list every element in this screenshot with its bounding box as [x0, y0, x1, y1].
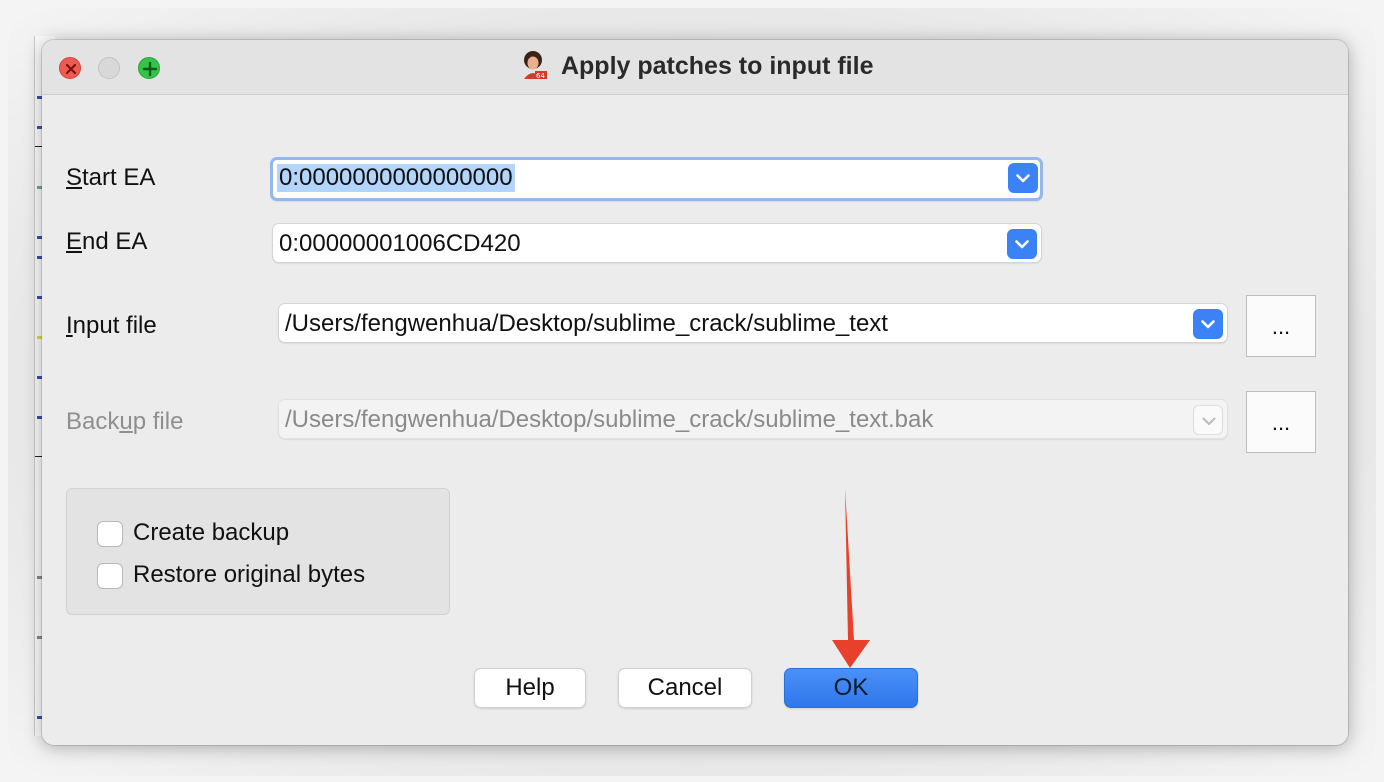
annotation-arrow	[832, 488, 870, 668]
input-file-label: Input file	[66, 312, 157, 339]
restore-original-checkbox[interactable]	[97, 563, 123, 589]
chevron-down-icon	[1016, 174, 1030, 183]
title-bar[interactable]: 64 Apply patches to input file	[42, 40, 1348, 95]
ida-pro-icon: 64	[523, 50, 547, 80]
ok-button[interactable]: OK	[784, 668, 918, 708]
input-file-browse-button[interactable]: ...	[1246, 295, 1316, 357]
dialog-title: Apply patches to input file	[560, 52, 874, 80]
chevron-down-icon	[1201, 320, 1215, 329]
create-backup-checkbox[interactable]	[97, 521, 123, 547]
end-ea-combobox[interactable]: 0:00000001006CD420	[272, 223, 1042, 263]
svg-text:64: 64	[536, 72, 545, 80]
help-button[interactable]: Help	[474, 668, 586, 708]
end-ea-label: End EA	[66, 228, 148, 255]
backup-file-dropdown-button[interactable]	[1193, 405, 1223, 435]
apply-patches-dialog: 64 Apply patches to input file Start EA …	[42, 40, 1348, 745]
create-backup-label[interactable]: Create backup	[133, 519, 289, 547]
end-ea-dropdown-button[interactable]	[1007, 229, 1037, 259]
input-file-dropdown-button[interactable]	[1193, 309, 1223, 339]
start-ea-combobox[interactable]: 0:0000000000000000	[270, 157, 1043, 201]
backup-options-group: Create backup Restore original bytes	[66, 488, 450, 615]
backup-file-value[interactable]: /Users/fengwenhua/Desktop/sublime_crack/…	[285, 406, 933, 434]
title-group: 64 Apply patches to input file	[42, 50, 1348, 82]
start-ea-label: Start EA	[66, 164, 156, 191]
backup-file-browse-button[interactable]: ...	[1246, 391, 1316, 453]
start-ea-dropdown-button[interactable]	[1008, 163, 1038, 193]
input-file-combobox[interactable]: /Users/fengwenhua/Desktop/sublime_crack/…	[278, 303, 1228, 343]
restore-original-label[interactable]: Restore original bytes	[133, 561, 365, 589]
backup-file-combobox[interactable]: /Users/fengwenhua/Desktop/sublime_crack/…	[278, 399, 1228, 439]
chevron-down-icon	[1202, 417, 1216, 426]
backup-file-label: Backup file	[66, 408, 184, 435]
end-ea-value[interactable]: 0:00000001006CD420	[279, 230, 521, 258]
chevron-down-icon	[1015, 240, 1029, 249]
start-ea-value[interactable]: 0:0000000000000000	[277, 164, 515, 192]
cancel-button[interactable]: Cancel	[618, 668, 752, 708]
red-arrow-shape	[832, 488, 870, 668]
input-file-value[interactable]: /Users/fengwenhua/Desktop/sublime_crack/…	[285, 310, 888, 338]
